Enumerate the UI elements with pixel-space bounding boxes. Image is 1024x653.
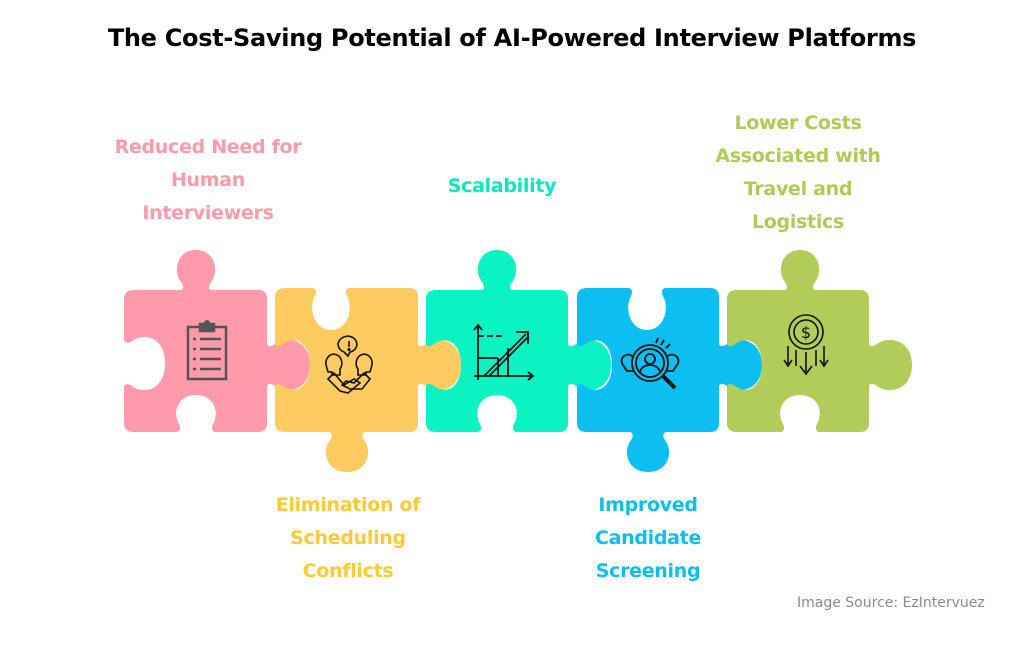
label-line: Improved xyxy=(598,494,698,516)
label-line: Interviewers xyxy=(142,202,274,224)
label-line: Reduced Need for xyxy=(114,136,302,158)
label-scalability: Scalability xyxy=(390,170,614,203)
label-screening: Improved Candidate Screening xyxy=(536,489,760,588)
label-line: Associated with xyxy=(715,145,881,167)
label-reduced-need: Reduced Need for Human Interviewers xyxy=(96,131,320,230)
label-lower-costs: Lower Costs Associated with Travel and L… xyxy=(686,107,910,239)
label-line: Elimination of xyxy=(275,494,421,516)
svg-text:$: $ xyxy=(801,323,811,342)
puzzle-diagram: $ xyxy=(124,250,912,472)
label-line: Human xyxy=(170,169,246,191)
label-line: Conflicts xyxy=(302,560,394,582)
image-source-caption: Image Source: EzIntervuez xyxy=(797,595,985,611)
label-line: Lower Costs xyxy=(734,112,862,134)
label-line: Candidate xyxy=(594,527,702,549)
label-line: Scheduling xyxy=(290,527,406,549)
label-line: Screening xyxy=(595,560,701,582)
label-line: Travel and xyxy=(743,178,853,200)
label-line: Logistics xyxy=(751,211,845,233)
label-scheduling: Elimination of Scheduling Conflicts xyxy=(236,489,460,588)
label-line: Scalability xyxy=(447,175,557,197)
